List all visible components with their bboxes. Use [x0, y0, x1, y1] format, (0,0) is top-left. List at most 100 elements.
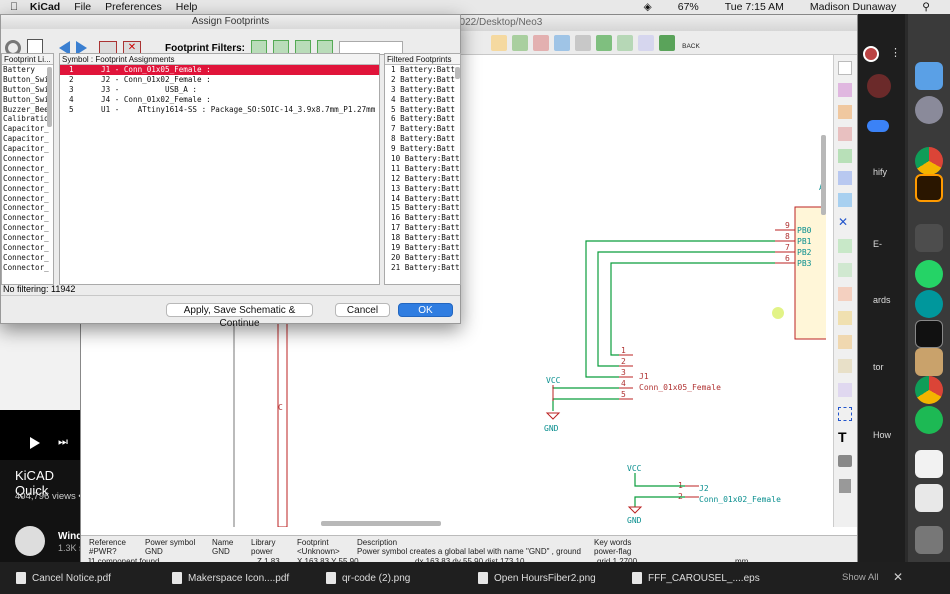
vertical-scrollbar[interactable] [821, 135, 826, 215]
spotify-icon[interactable] [915, 406, 943, 434]
annotate-icon[interactable] [512, 34, 528, 51]
user-name[interactable]: Madison Dunaway [810, 1, 896, 13]
simulator-icon[interactable] [491, 34, 507, 51]
library-row[interactable]: Connector_ [2, 223, 53, 233]
filtered-footprint-row[interactable]: 11 Battery:Batt [385, 164, 460, 174]
assignment-row[interactable]: 2 J2 - Conn_01x02_Female : [60, 75, 379, 85]
finder-icon[interactable] [915, 62, 943, 90]
bus-tool-icon[interactable] [838, 171, 852, 185]
assignment-row[interactable]: 4 J4 - Conn_01x02_Female : [60, 95, 379, 105]
library-row[interactable]: Button_Swi [2, 85, 53, 95]
pcb-icon[interactable] [659, 34, 675, 51]
filtered-footprint-row[interactable]: 15 Battery:Batt [385, 203, 460, 213]
filtered-footprint-row[interactable]: 17 Battery:Batt [385, 223, 460, 233]
terminal-icon[interactable] [915, 320, 943, 348]
clock[interactable]: Tue 7:15 AM [725, 1, 784, 13]
filtered-footprint-row[interactable]: 14 Battery:Batt [385, 194, 460, 204]
footprint-icon[interactable] [617, 34, 633, 51]
menu-preferences[interactable]: Preferences [105, 1, 162, 13]
battery-percent[interactable]: 67% [678, 1, 699, 13]
download-item-2[interactable]: Makerspace Icon....pdf [172, 562, 289, 594]
library-row[interactable]: Calibratio [2, 114, 53, 124]
filtered-footprint-row[interactable]: 13 Battery:Batt [385, 184, 460, 194]
avatar[interactable] [867, 74, 891, 98]
erc-icon[interactable] [533, 34, 549, 51]
add-power-icon[interactable] [838, 127, 852, 141]
search-icon[interactable]: ⚲ [922, 1, 930, 13]
netlist-icon[interactable] [554, 34, 570, 51]
download-item-3[interactable]: qr-code (2).png [326, 562, 410, 594]
illustrator-icon[interactable] [915, 174, 943, 202]
download-item-5[interactable]: FFF_CAROUSEL_....eps [632, 562, 760, 594]
filtered-footprint-row[interactable]: 12 Battery:Batt [385, 174, 460, 184]
library-row[interactable]: Connector_ [2, 174, 53, 184]
library-row[interactable]: Connector_ [2, 203, 53, 213]
filtered-footprint-row[interactable]: 2 Battery:Batt [385, 75, 460, 85]
filtered-footprint-row[interactable]: 3 Battery:Batt [385, 85, 460, 95]
trash-icon[interactable] [915, 526, 943, 554]
download-item-1[interactable]: Cancel Notice.pdf [16, 562, 111, 594]
hier-label-icon[interactable] [838, 311, 852, 325]
filtered-footprint-row[interactable]: 10 Battery:Batt [385, 154, 460, 164]
add-symbol-icon[interactable] [838, 105, 852, 119]
launchpad-icon[interactable] [915, 96, 943, 124]
filtered-footprint-row[interactable]: 1 Battery:Batt [385, 65, 460, 75]
filtered-footprint-row[interactable]: 18 Battery:Batt [385, 233, 460, 243]
app-menu[interactable]: KiCad [30, 1, 60, 13]
connector-j2[interactable]: 1 2 J2 Conn_01x02_Female [678, 481, 781, 504]
delete-tool-icon[interactable] [839, 479, 851, 493]
chrome-icon-2[interactable] [915, 376, 943, 404]
filtered-footprint-row[interactable]: 9 Battery:Batt [385, 144, 460, 154]
library-row[interactable]: Connector [2, 154, 53, 164]
graphic-line-icon[interactable] [838, 407, 852, 421]
no-connect-icon[interactable]: ✕ [838, 215, 852, 229]
assignment-row[interactable]: 5 U1 - ATtiny1614-SS : Package_SO:SOIC-14… [60, 105, 379, 115]
library-row[interactable]: Connector_ [2, 194, 53, 204]
library-row[interactable]: Capacitor_ [2, 144, 53, 154]
play-icon[interactable] [30, 437, 40, 449]
assignment-row[interactable]: 1 J1 - Conn_01x05_Female : [60, 65, 379, 75]
library-row[interactable]: Connector_ [2, 263, 53, 273]
wire-tool-icon[interactable] [838, 149, 852, 163]
pcbnew-icon[interactable] [596, 34, 612, 51]
libs-scrollbar[interactable] [47, 67, 52, 127]
filtered-footprint-row[interactable]: 8 Battery:Batt [385, 134, 460, 144]
ok-button[interactable]: OK [398, 303, 453, 317]
horizontal-scrollbar[interactable] [321, 521, 441, 526]
filtered-scrollbar[interactable] [455, 67, 460, 79]
junction-icon[interactable] [838, 239, 852, 253]
import-sheet-pin-icon[interactable] [838, 383, 852, 397]
profile-avatar[interactable] [863, 46, 879, 62]
library-row[interactable]: Capacitor_ [2, 134, 53, 144]
apply-save-continue-button[interactable]: Apply, Save Schematic & Continue [166, 303, 313, 329]
menu-help[interactable]: Help [176, 1, 198, 13]
filtered-footprint-row[interactable]: 7 Battery:Batt [385, 124, 460, 134]
connector-j1[interactable]: 1 2 3 4 5 J1 Conn_01x05_Female [619, 346, 721, 400]
menu-file[interactable]: File [74, 1, 91, 13]
toggle-switch[interactable] [867, 120, 889, 132]
library-row[interactable]: Battery [2, 65, 53, 75]
filtered-footprint-row[interactable]: 21 Battery:Batt [385, 263, 460, 273]
wifi-icon[interactable]: ◈ [644, 1, 652, 13]
hierarchy-icon[interactable] [838, 83, 852, 97]
filtered-footprint-row[interactable]: 20 Battery:Batt [385, 253, 460, 263]
text-tool-icon[interactable]: T [838, 429, 847, 445]
image-tool-icon[interactable] [838, 455, 852, 467]
select-tool-icon[interactable] [838, 61, 852, 75]
close-icon[interactable]: ✕ [893, 570, 903, 584]
table-icon[interactable] [638, 34, 654, 51]
whatsapp-icon[interactable] [915, 260, 943, 288]
filtered-footprint-row[interactable]: 19 Battery:Batt [385, 243, 460, 253]
library-row[interactable]: Connector_ [2, 164, 53, 174]
library-row[interactable]: Capacitor_ [2, 124, 53, 134]
filtered-footprint-row[interactable]: 6 Battery:Batt [385, 114, 460, 124]
library-row[interactable]: Connector_ [2, 233, 53, 243]
library-row[interactable]: Buzzer_Bee [2, 105, 53, 115]
kicad-icon[interactable] [915, 348, 943, 376]
sheet-icon[interactable] [838, 335, 852, 349]
library-row[interactable]: Connector_ [2, 243, 53, 253]
filtered-footprint-row[interactable]: 4 Battery:Batt [385, 95, 460, 105]
back-button[interactable]: BACK [680, 35, 702, 50]
arduino-icon[interactable] [915, 290, 943, 318]
cancel-button[interactable]: Cancel [335, 303, 390, 317]
